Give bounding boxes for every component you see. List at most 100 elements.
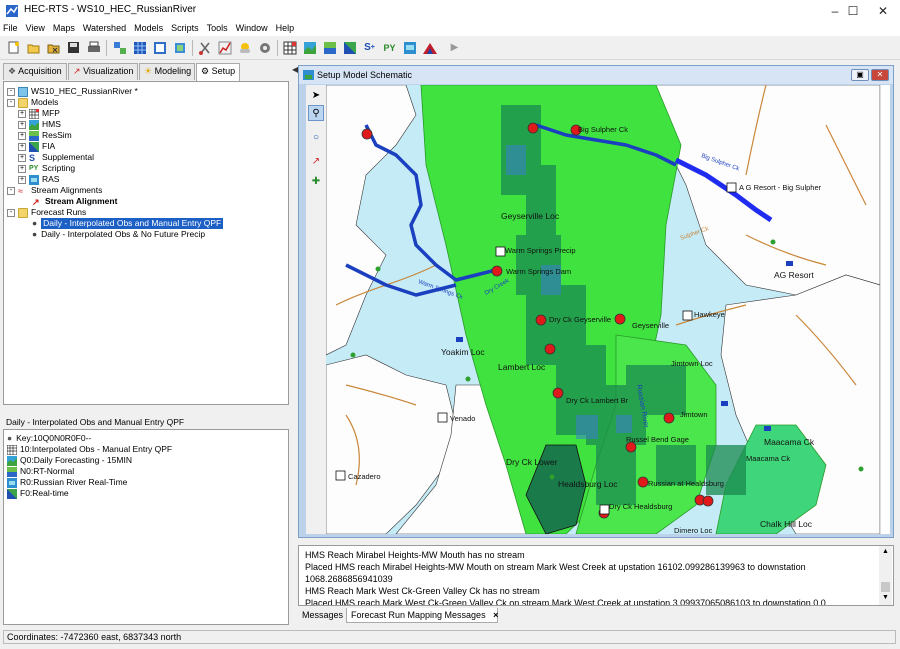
hms-icon[interactable] (301, 39, 318, 56)
open-icon[interactable] (25, 39, 42, 56)
watershed-icon (18, 86, 28, 97)
tab-messages[interactable]: Messages (298, 608, 346, 623)
menu-tools[interactable]: Tools (203, 22, 232, 36)
ras-icon[interactable] (401, 39, 418, 56)
collapse-icon[interactable]: - (7, 98, 15, 107)
tab-acquisition[interactable]: ❖ Acquisition (3, 63, 67, 80)
save-icon[interactable] (65, 39, 82, 56)
toolbar: S + PY ▶ (0, 36, 900, 60)
tree-root-label: WS10_HEC_RussianRiver * (31, 86, 138, 96)
key-label: N0:RT-Normal (20, 466, 75, 476)
map-label-jimtown: Jimtown (680, 410, 708, 419)
collapse-icon[interactable]: - (7, 208, 15, 217)
ressim-icon[interactable] (321, 39, 338, 56)
map-label-warm-springs-precip: Warm Springs Precip (505, 246, 576, 255)
expand-icon[interactable]: + (18, 142, 26, 151)
map-label-hawkeye: Hawkeye (694, 310, 725, 319)
expand-icon[interactable]: + (18, 120, 26, 129)
tree-models[interactable]: - Models (7, 97, 58, 108)
fia-icon (29, 141, 39, 152)
key-row: N0:RT-Normal (7, 466, 74, 477)
messages-scrollbar[interactable]: ▲ ▼ (879, 546, 892, 605)
draw-stream-icon[interactable]: ↗ (308, 153, 324, 169)
network-icon[interactable] (111, 39, 128, 56)
menu-file[interactable]: File (0, 22, 22, 36)
tab-visualization[interactable]: ↗ Visualization (68, 63, 138, 80)
scripting-icon[interactable]: PY (381, 39, 398, 56)
tree-stream-alignments[interactable]: - ≈ Stream Alignments (7, 185, 102, 196)
map-label-geyserville-loc: Geyserville Loc (501, 211, 560, 221)
map-label-maacama: Maacama Ck (746, 454, 790, 463)
stats-icon[interactable] (421, 39, 438, 56)
pan-icon[interactable]: ○ (308, 129, 324, 145)
tree-model-hms[interactable]: + HMS (18, 119, 61, 130)
supplemental-icon[interactable]: S + (361, 39, 378, 56)
expand-icon[interactable]: + (18, 164, 26, 173)
tree-model-ressim[interactable]: + ResSim (18, 130, 72, 141)
add-point-icon[interactable]: ✚ (308, 173, 324, 189)
schematic-scrollbar[interactable] (880, 85, 890, 534)
menu-view[interactable]: View (22, 22, 49, 36)
menu-scripts[interactable]: Scripts (167, 22, 203, 36)
schematic-map[interactable]: Big Sulpher Ck A G Resort - Big Sulpher … (326, 85, 880, 534)
collapse-icon[interactable]: - (7, 186, 15, 195)
tree-forecast-run[interactable]: ● Daily - Interpolated Obs & No Future P… (32, 229, 205, 240)
fia-icon[interactable] (341, 39, 358, 56)
compute-icon[interactable] (151, 39, 168, 56)
tab-modeling[interactable]: ☀ Modeling (139, 63, 195, 80)
ras-icon (7, 477, 17, 488)
tab-setup[interactable]: ⚙ Setup (196, 63, 240, 81)
expand-icon[interactable]: + (18, 175, 26, 184)
map-label-warm-springs-dam: Warm Springs Dam (506, 267, 571, 276)
new-icon[interactable] (5, 39, 22, 56)
expand-icon[interactable]: + (18, 153, 26, 162)
collapse-icon[interactable]: - (7, 87, 15, 96)
expand-icon[interactable]: + (18, 131, 26, 140)
restore-button[interactable]: ▣ (851, 69, 869, 81)
key-row: F0:Real-time (7, 488, 69, 499)
tab-forecast-run-mapping-messages[interactable]: Forecast Run Mapping Messages × (346, 608, 498, 623)
tree-stream-alignment[interactable]: ↗ Stream Alignment (32, 196, 117, 207)
close-tab-icon[interactable]: × (493, 610, 498, 620)
menu-window[interactable]: Window (232, 22, 272, 36)
tree-model-mfp[interactable]: + MFP (18, 108, 60, 119)
tree-model-scripting[interactable]: + PY Scripting (18, 163, 75, 174)
tree-forecast-run[interactable]: ● Daily - Interpolated Obs and Manual En… (32, 218, 224, 229)
tree-model-supplemental[interactable]: + S Supplemental (18, 152, 94, 163)
tree-forecast-run-label: Daily - Interpolated Obs & No Future Pre… (41, 229, 206, 239)
schematic-close-button[interactable]: ✕ (871, 69, 889, 81)
map-label-big-sulpher: Big Sulpher Ck (578, 125, 628, 134)
print-icon[interactable] (85, 39, 102, 56)
key-label: Q0:Daily Forecasting - 15MIN (20, 455, 132, 465)
run-key-panel: ● Key:10Q0N0R0F0-- 10:Interpolated Obs - … (3, 429, 289, 625)
expand-icon[interactable]: + (18, 109, 26, 118)
close-icon[interactable] (45, 39, 62, 56)
zoom-icon[interactable]: ⚲ (308, 105, 324, 121)
menu-help[interactable]: Help (272, 22, 299, 36)
settings-icon[interactable] (256, 39, 273, 56)
tree-model-fia[interactable]: + FIA (18, 141, 55, 152)
tree-model-ras[interactable]: + RAS (18, 174, 59, 185)
menu-maps[interactable]: Maps (49, 22, 79, 36)
layers-icon[interactable] (171, 39, 188, 56)
tree-root[interactable]: - WS10_HEC_RussianRiver * (7, 86, 138, 97)
menu-watershed[interactable]: Watershed (79, 22, 130, 36)
splitter-arrow-icon[interactable]: ◀ (292, 65, 298, 77)
run-icon[interactable]: ▶ (446, 39, 463, 56)
chart-icon[interactable] (216, 39, 233, 56)
maximize-button[interactable]: ☐ (836, 0, 870, 22)
title-bar: HEC-RTS - WS10_HEC_RussianRiver – ☐ ✕ (0, 0, 900, 22)
tree-forecast-runs[interactable]: - Forecast Runs (7, 207, 86, 218)
map-label-russel-bend: Russel Bend Gage (626, 435, 689, 444)
cut-icon[interactable] (196, 39, 213, 56)
close-button[interactable]: ✕ (866, 0, 900, 22)
mfp-icon[interactable] (281, 39, 298, 56)
scroll-thumb[interactable] (881, 582, 890, 592)
scroll-up-icon[interactable]: ▲ (882, 548, 889, 555)
map-label-dry-ck-lambert: Dry Ck Lambert Br (566, 396, 629, 405)
pointer-icon[interactable]: ➤ (308, 87, 324, 103)
grid-icon[interactable] (131, 39, 148, 56)
menu-models[interactable]: Models (130, 22, 167, 36)
scroll-down-icon[interactable]: ▼ (882, 594, 889, 601)
weather-icon[interactable] (236, 39, 253, 56)
